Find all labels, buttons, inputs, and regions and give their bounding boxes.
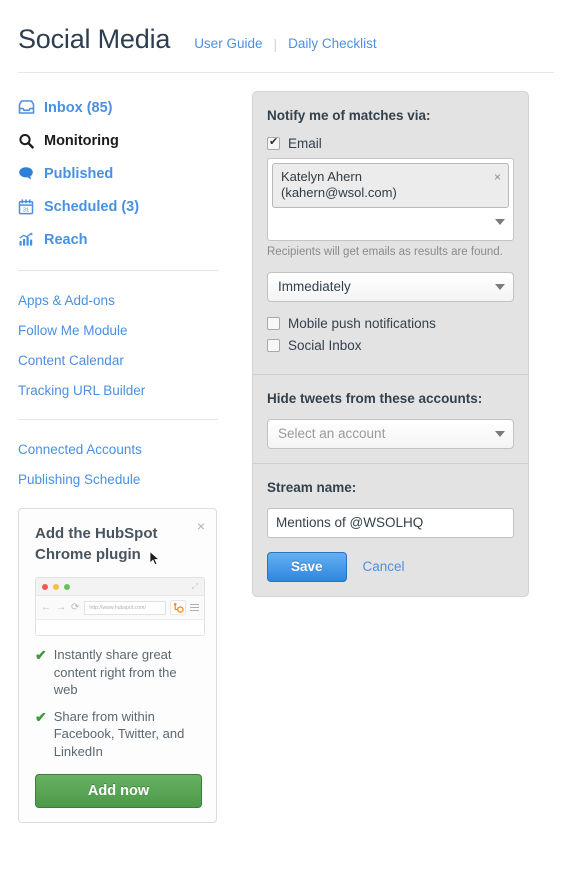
chevron-down-icon [495,430,505,437]
sidebar: Inbox (85) Monitoring Published 31 Sched… [0,91,236,824]
sidebar-link-publishing-schedule[interactable]: Publishing Schedule [18,464,236,494]
chart-icon [18,232,44,247]
mobile-push-checkbox-row[interactable]: Mobile push notifications [267,316,514,331]
header-links: User Guide | Daily Checklist [194,36,376,52]
mobile-push-checkbox-label: Mobile push notifications [288,315,436,331]
calendar-day-number: 31 [23,207,29,213]
sidebar-item-reach[interactable]: Reach [18,223,236,256]
browser-mockup-image: ⤢ ← → ⟳ http://www.hubspot.com/ [35,551,205,636]
notify-section: Notify me of matches via: Email Katelyn … [253,92,528,374]
browser-close-dot-icon [42,583,48,590]
chrome-plugin-promo-card: × Add the HubSpot Chrome plugin ⤢ ← → ⟳ … [18,508,217,824]
email-checkbox-label: Email [288,136,322,151]
browser-viewport [36,620,204,635]
notification-frequency-value: Immediately [278,279,351,294]
notification-frequency-select[interactable]: Immediately [267,271,514,302]
user-guide-link[interactable]: User Guide [194,36,262,51]
sidebar-link-connected-accounts[interactable]: Connected Accounts [18,434,236,464]
check-icon: ✔ [35,708,47,725]
sidebar-link-apps-add-ons[interactable]: Apps & Add-ons [18,285,236,315]
recipient-name: Katelyn Ahern [281,169,362,184]
header-link-separator: | [273,35,278,52]
promo-bullet: ✔ Share from within Facebook, Twitter, a… [35,708,202,761]
recipients-multiselect[interactable]: Katelyn Ahern (kahern@wsol.com) × [267,158,514,241]
cancel-button[interactable]: Cancel [363,559,405,574]
social-media-page: Social Media User Guide | Daily Checklis… [0,0,572,890]
recipient-email: (kahern@wsol.com) [281,185,397,201]
sidebar-item-monitoring[interactable]: Monitoring [18,124,236,157]
search-icon [18,133,44,149]
remove-recipient-icon[interactable]: × [494,170,501,185]
sidebar-item-scheduled-label: Scheduled (3) [44,198,140,215]
recipients-dropdown-trigger[interactable] [272,208,509,236]
stream-name-input[interactable] [267,507,514,538]
account-select[interactable]: Select an account [267,418,514,449]
sidebar-link-follow-me-module[interactable]: Follow Me Module [18,315,236,345]
expand-icon: ⤢ [191,581,198,591]
notify-section-title: Notify me of matches via: [267,108,431,123]
sidebar-link-tracking-url-builder[interactable]: Tracking URL Builder [18,375,236,405]
account-select-placeholder: Select an account [278,426,386,441]
sidebar-link-content-calendar[interactable]: Content Calendar [18,345,236,375]
page-title: Social Media [18,24,171,54]
sidebar-item-inbox-label: Inbox (85) [44,99,113,116]
recipients-helper-text: Recipients will get emails as results ar… [267,245,503,258]
check-icon: ✔ [35,647,47,663]
sidebar-divider-1 [18,270,218,271]
chevron-down-icon [495,283,505,290]
social-inbox-checkbox-label: Social Inbox [288,337,362,353]
email-checkbox[interactable] [267,135,280,150]
stream-name-section: Stream name: Save Cancel [253,462,528,596]
sidebar-item-reach-label: Reach [44,231,88,248]
forward-arrow-icon: → [56,602,66,613]
recipient-token: Katelyn Ahern (kahern@wsol.com) × [272,163,509,208]
sidebar-item-published[interactable]: Published [18,157,236,190]
calendar-icon: 31 [18,198,44,215]
promo-bullet-text: Instantly share great content right from… [53,647,177,698]
sidebar-item-inbox[interactable]: Inbox (85) [18,91,236,124]
browser-url-text: http://www.hubspot.com/ [84,600,166,615]
hamburger-menu-icon [190,603,199,612]
promo-title: Add the HubSpot Chrome plugin [35,525,158,563]
stream-name-title: Stream name: [267,479,357,495]
page-header: Social Media User Guide | Daily Checklis… [0,0,572,55]
inbox-icon [18,100,44,115]
chevron-down-icon [495,218,505,225]
hide-tweets-section: Hide tweets from these accounts: Select … [253,373,528,463]
promo-bullet-text: Share from within Facebook, Twitter, and… [53,708,185,759]
comment-icon [18,166,44,181]
panel-actions: Save Cancel [267,551,514,582]
sidebar-item-monitoring-label: Monitoring [44,132,119,149]
save-button[interactable]: Save [267,551,347,582]
sidebar-item-published-label: Published [44,165,114,182]
email-checkbox-row[interactable]: Email [267,135,514,151]
social-inbox-checkbox-row[interactable]: Social Inbox [267,338,514,353]
stream-settings-panel: Notify me of matches via: Email Katelyn … [252,91,529,597]
promo-bullet: ✔ Instantly share great content right fr… [35,646,202,699]
page-body: Inbox (85) Monitoring Published 31 Sched… [0,73,572,824]
sidebar-divider-2 [18,419,218,420]
hide-tweets-title: Hide tweets from these accounts: [267,390,483,406]
daily-checklist-link[interactable]: Daily Checklist [288,36,377,51]
mobile-push-checkbox[interactable] [267,316,280,330]
main-content: Notify me of matches via: Email Katelyn … [236,91,529,823]
browser-toolbar: ← → ⟳ http://www.hubspot.com/ [36,596,204,620]
back-arrow-icon: ← [41,602,51,613]
browser-minimize-dot-icon [53,583,59,590]
sidebar-item-scheduled[interactable]: 31 Scheduled (3) [18,190,236,223]
reload-icon: ⟳ [71,602,80,613]
browser-zoom-dot-icon [64,583,70,590]
close-icon[interactable]: × [197,519,205,533]
social-inbox-checkbox[interactable] [267,338,280,352]
add-now-button[interactable]: Add now [35,774,202,809]
hubspot-sprocket-icon [170,600,186,615]
browser-titlebar: ⤢ [36,578,204,596]
